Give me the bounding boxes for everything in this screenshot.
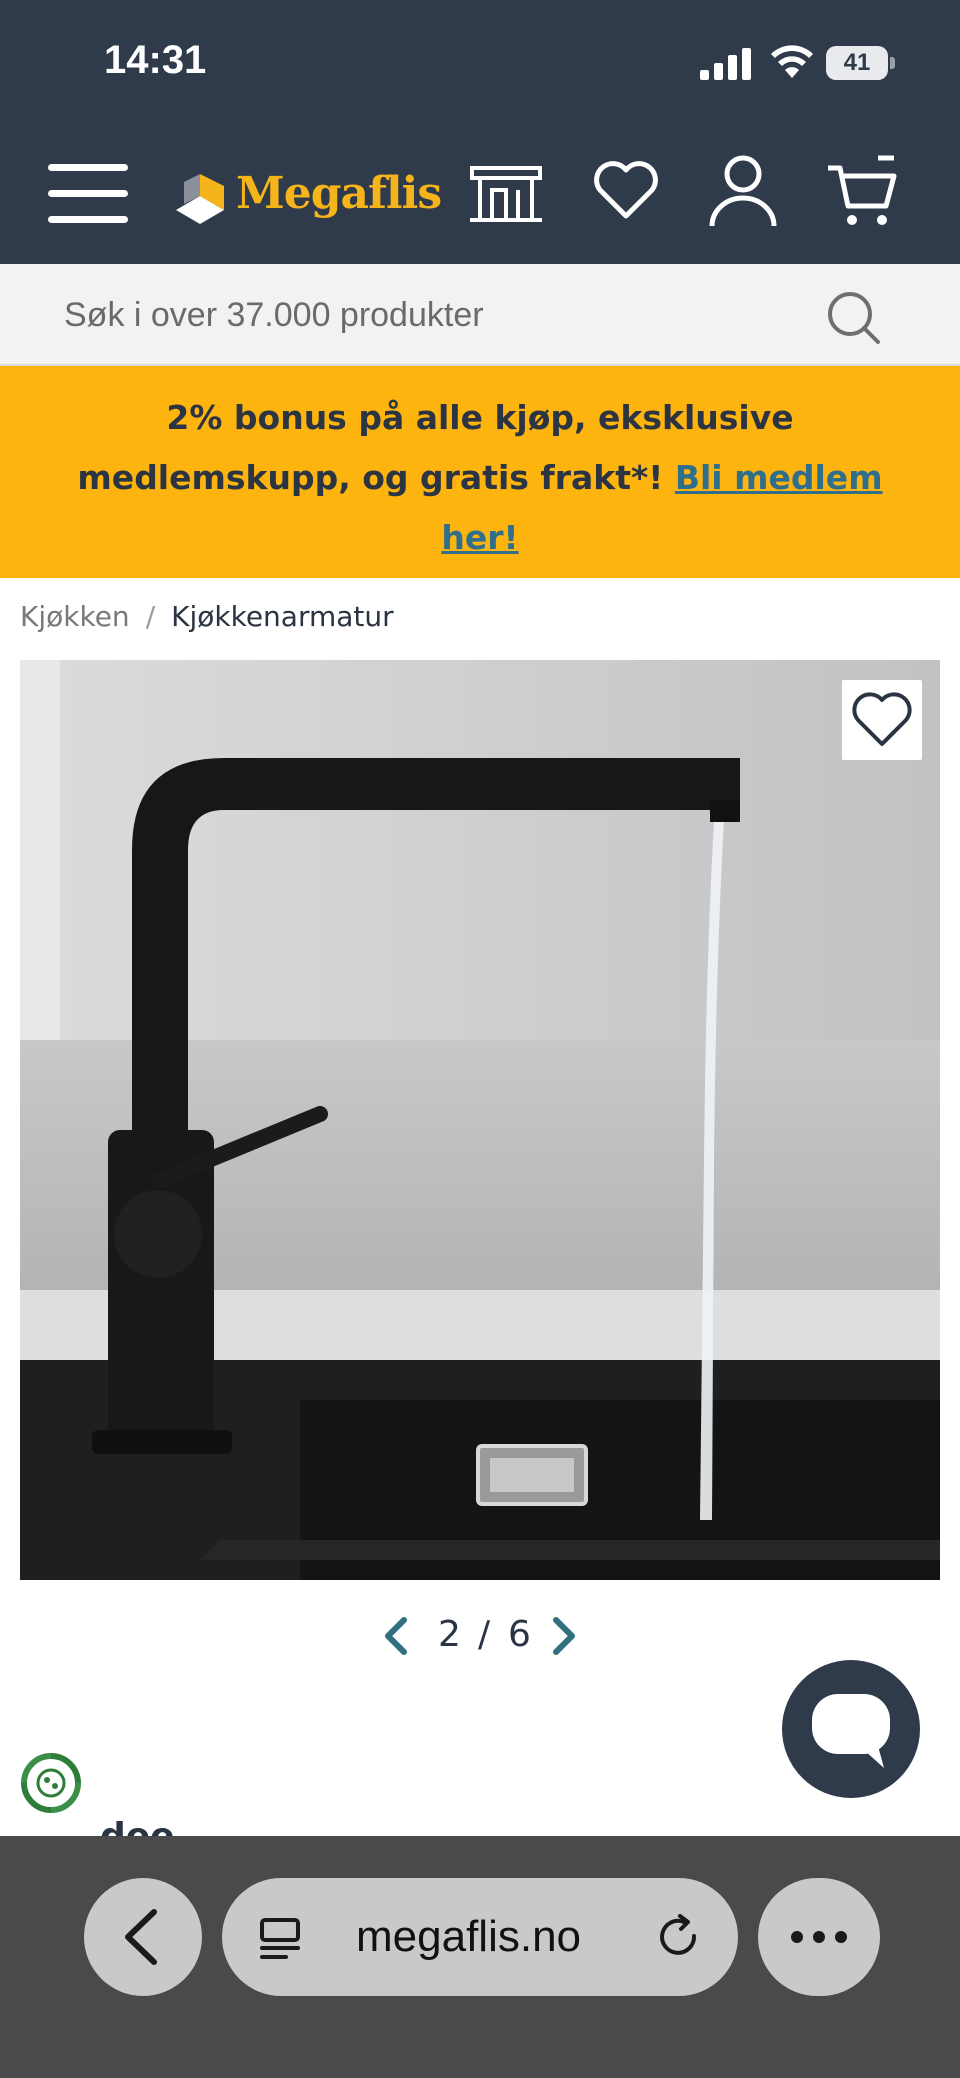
battery-icon: 41	[826, 46, 896, 80]
url-text: megaflis.no	[356, 1912, 582, 1961]
pager-separator: /	[478, 1614, 491, 1655]
site-header: Megaflis	[0, 128, 960, 264]
breadcrumb: Kjøkken / Kjøkkenarmatur	[20, 600, 394, 640]
breadcrumb-current: Kjøkkenarmatur	[171, 600, 394, 633]
address-bar[interactable]: megaflis.no	[222, 1878, 738, 1996]
faucet-photo	[20, 660, 940, 1580]
search-icon	[828, 292, 880, 344]
chevron-left-icon	[385, 1617, 407, 1655]
promo-text: 2% bonus på alle kjøp, eksklusive medlem…	[60, 388, 900, 568]
browser-back-button[interactable]	[84, 1878, 202, 1996]
next-image-button[interactable]	[546, 1616, 580, 1656]
user-icon	[709, 155, 777, 227]
breadcrumb-separator: /	[145, 600, 156, 633]
breadcrumb-kitchen[interactable]: Kjøkken	[20, 600, 130, 633]
more-options-button[interactable]	[758, 1878, 880, 1996]
chevron-left-icon	[125, 1909, 157, 1965]
browser-toolbar: megaflis.no	[0, 1836, 960, 2078]
chat-button[interactable]	[782, 1660, 920, 1798]
cart-icon	[828, 155, 897, 225]
store-button[interactable]	[466, 162, 546, 226]
status-time: 14:31	[104, 38, 207, 82]
promo-exclaim: !	[648, 458, 675, 497]
reload-icon	[660, 1914, 697, 1955]
search-input[interactable]	[40, 284, 800, 346]
image-pager: 2 / 6	[370, 1606, 590, 1666]
pager-total: 6	[508, 1614, 531, 1655]
status-bar: 14:31 41	[0, 0, 960, 128]
reload-button[interactable]	[654, 1912, 704, 1962]
heart-icon	[594, 161, 658, 219]
more-dots-icon	[791, 1931, 847, 1943]
chat-bubble-icon	[812, 1694, 890, 1768]
logo-mark-icon	[176, 174, 224, 224]
promo-asterisk: *	[631, 458, 649, 497]
pager-current: 2	[438, 1614, 461, 1655]
logo-text: Megaflis	[236, 168, 442, 219]
wifi-icon	[771, 45, 813, 78]
cart-button[interactable]	[826, 154, 898, 228]
battery-level: 41	[843, 49, 871, 76]
account-button[interactable]	[708, 154, 778, 228]
wishlist-button[interactable]	[592, 158, 660, 222]
chevron-right-icon	[553, 1617, 575, 1655]
reader-mode-icon	[260, 1918, 300, 1959]
store-icon	[470, 166, 542, 222]
product-image[interactable]	[20, 660, 940, 1580]
product-favorite-button[interactable]	[842, 680, 922, 760]
search-button[interactable]	[824, 288, 884, 348]
signal-icon	[700, 48, 751, 80]
heart-icon	[852, 692, 912, 746]
eco-badge[interactable]	[16, 1748, 86, 1818]
previous-image-button[interactable]	[380, 1616, 414, 1656]
recycle-icon	[21, 1753, 81, 1813]
megaflis-logo[interactable]: Megaflis	[174, 156, 442, 232]
menu-button[interactable]	[44, 158, 132, 228]
search-bar	[0, 264, 960, 366]
promo-banner: 2% bonus på alle kjøp, eksklusive medlem…	[0, 366, 960, 578]
